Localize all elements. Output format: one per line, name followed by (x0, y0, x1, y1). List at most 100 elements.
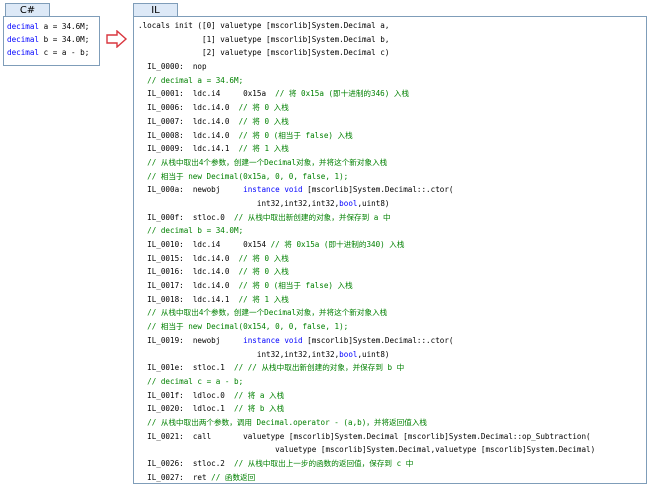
code-comment: // 将 0x15a (即十进制的340) 入栈 (270, 240, 405, 249)
code-line: // 从栈中取出4个参数，创建一个Decimal对象，并将这个新对象入栈 (138, 306, 595, 320)
code-text: IL_0006: ldc.i4.0 (138, 103, 239, 113)
code-text: int32,int32,int32, (138, 349, 340, 359)
arrow-right-icon (106, 30, 128, 48)
il-code-panel: .locals init ([0] valuetype [mscorlib]Sy… (133, 16, 647, 484)
code-keyword: bool (339, 349, 358, 359)
code-text: a = 34.6M; (39, 22, 90, 31)
code-line: // decimal c = a - b; (138, 375, 595, 389)
code-line: IL_0027: ret // 函数返回 (138, 471, 595, 485)
code-line: .locals init ([0] valuetype [mscorlib]Sy… (138, 19, 595, 33)
code-line: IL_0006: ldc.i4.0 // 将 0 入栈 (138, 101, 595, 115)
code-line: IL_0020: ldloc.1 // 将 b 入栈 (138, 402, 595, 416)
code-text: IL_0000: nop (138, 62, 207, 72)
code-keyword: bool (339, 198, 358, 208)
code-line: IL_001f: ldloc.0 // 将 a 入栈 (138, 389, 595, 403)
code-line: // decimal a = 34.6M; (138, 74, 595, 88)
code-line: int32,int32,int32,bool,uint8) (138, 197, 595, 211)
code-text: IL_0009: ldc.i4.1 (138, 144, 239, 154)
code-line: IL_0007: ldc.i4.0 // 将 0 入栈 (138, 115, 595, 129)
code-comment: // 将 1 入栈 (238, 294, 289, 304)
code-comment: // 从栈中取出上一步的函数的返回值，保存到 c 中 (234, 459, 414, 468)
code-text: IL_0010: ldc.i4 0x154 (138, 240, 271, 249)
code-line: IL_000a: newobj instance void [mscorlib]… (138, 183, 595, 197)
code-line: // decimal b = 34.0M; (138, 224, 595, 238)
code-line: IL_0010: ldc.i4 0x154 // 将 0x15a (即十进制的3… (138, 238, 595, 252)
code-line: // 相当于 new Decimal(0x154, 0, 0, false, 1… (138, 320, 595, 334)
code-text: IL_001f: ldloc.0 (138, 390, 235, 400)
code-keyword: decimal (7, 22, 40, 31)
code-line: // 相当于 new Decimal(0x15a, 0, 0, false, 1… (138, 170, 595, 184)
code-text: IL_0026: stloc.2 (138, 459, 235, 468)
code-comment: // 将 1 入栈 (238, 144, 289, 154)
code-text: [mscorlib]System.Decimal::.ctor( (302, 335, 454, 345)
code-comment: // 将 0 入栈 (238, 267, 289, 277)
code-comment: // 从栈中取出4个参数，创建一个Decimal对象，并将这个新对象入栈 (138, 157, 388, 167)
code-comment: // 将 0 (相当于 false) 入栈 (238, 281, 353, 291)
code-comment: // decimal a = 34.6M; (138, 75, 244, 85)
code-comment: // 函数返回 (211, 472, 256, 482)
code-text: .locals init ([0] valuetype [mscorlib]Sy… (138, 21, 390, 30)
code-comment: // 将 a 入栈 (234, 390, 285, 400)
code-line: valuetype [mscorlib]System.Decimal,value… (138, 443, 595, 457)
code-line: IL_0009: ldc.i4.1 // 将 1 入栈 (138, 142, 595, 156)
code-text: IL_0001: ldc.i4 0x15a (138, 89, 276, 99)
code-line: // 从栈中取出4个参数，创建一个Decimal对象，并将这个新对象入栈 (138, 156, 595, 170)
code-text: IL_0018: ldc.i4.1 (138, 294, 239, 304)
code-text: IL_0015: ldc.i4.0 (138, 253, 239, 263)
code-text: ,uint8) (357, 198, 390, 208)
code-text: IL_0027: ret (138, 472, 212, 482)
il-code: .locals init ([0] valuetype [mscorlib]Sy… (138, 19, 595, 484)
code-line: IL_0000: nop (138, 60, 595, 74)
code-text: IL_0017: ldc.i4.0 (138, 281, 239, 291)
code-text: c = a - b; (39, 48, 90, 57)
code-text: IL_0019: newobj (138, 335, 244, 345)
code-comment: // decimal b = 34.0M; (138, 226, 244, 236)
code-text: IL_0020: ldloc.1 (138, 404, 235, 414)
code-text: IL_0021: call valuetype [mscorlib]System… (138, 431, 591, 441)
code-line: // 从栈中取出两个参数，调用 Decimal.operator - (a,b)… (138, 416, 595, 430)
code-line: IL_0018: ldc.i4.1 // 将 1 入栈 (138, 293, 595, 307)
code-line: IL_001e: stloc.1 // // 从栈中取出新创建的对象，并保存到 … (138, 361, 595, 375)
code-line: IL_0016: ldc.i4.0 // 将 0 入栈 (138, 265, 595, 279)
code-comment: // 相当于 new Decimal(0x154, 0, 0, false, 1… (138, 322, 349, 332)
code-comment: // 从栈中取出两个参数，调用 Decimal.operator - (a,b)… (138, 417, 428, 427)
code-text: b = 34.0M; (39, 35, 90, 44)
code-line: decimal c = a - b; (7, 46, 89, 59)
il-tab-label: IL (133, 3, 178, 17)
code-text: valuetype [mscorlib]System.Decimal,value… (138, 445, 596, 455)
code-comment: // 将 0 入栈 (238, 253, 289, 263)
code-line: IL_0019: newobj instance void [mscorlib]… (138, 334, 595, 348)
code-line: IL_0021: call valuetype [mscorlib]System… (138, 430, 595, 444)
code-text: IL_0016: ldc.i4.0 (138, 267, 239, 277)
csharp-code: decimal a = 34.6M; decimal b = 34.0M; deci… (7, 20, 89, 59)
code-text: [mscorlib]System.Decimal::.ctor( (302, 185, 454, 195)
code-line: [1] valuetype [mscorlib]System.Decimal b… (138, 33, 595, 47)
code-text: [1] valuetype [mscorlib]System.Decimal b… (138, 34, 390, 44)
code-keyword: decimal (7, 48, 40, 57)
code-comment: // 相当于 new Decimal(0x15a, 0, 0, false, 1… (138, 171, 349, 181)
code-line: IL_0001: ldc.i4 0x15a // 将 0x15a (即十进制的3… (138, 87, 595, 101)
code-line: decimal b = 34.0M; (7, 33, 89, 46)
code-line: IL_000f: stloc.0 // 从栈中取出新创建的对象，并保存到 a 中 (138, 211, 595, 225)
code-keyword: instance (243, 185, 280, 195)
code-keyword: instance (243, 335, 280, 345)
code-keyword: void (284, 185, 303, 195)
code-comment: // 将 0 (相当于 false) 入栈 (238, 130, 353, 140)
code-comment: // 从栈中取出4个参数，创建一个Decimal对象，并将这个新对象入栈 (138, 308, 388, 318)
code-comment: // 从栈中取出新创建的对象，并保存到 a 中 (234, 212, 391, 222)
code-keyword: void (284, 335, 303, 345)
code-text: int32,int32,int32, (138, 198, 340, 208)
code-line: decimal a = 34.6M; (7, 20, 89, 33)
code-line: IL_0015: ldc.i4.0 // 将 0 入栈 (138, 252, 595, 266)
code-comment: // 将 b 入栈 (234, 404, 285, 414)
code-line: IL_0026: stloc.2 // 从栈中取出上一步的函数的返回值，保存到 … (138, 457, 595, 471)
csharp-tab-label: C# (5, 3, 50, 17)
code-text: IL_0007: ldc.i4.0 (138, 116, 239, 126)
code-comment: // 将 0 入栈 (238, 103, 289, 113)
code-line: int32,int32,int32,bool,uint8) (138, 348, 595, 362)
code-text: IL_000f: stloc.0 (138, 212, 235, 222)
code-line: IL_0008: ldc.i4.0 // 将 0 (相当于 false) 入栈 (138, 129, 595, 143)
code-text: IL_0008: ldc.i4.0 (138, 130, 239, 140)
code-comment: // decimal c = a - b; (138, 376, 244, 386)
code-text: [2] valuetype [mscorlib]System.Decimal c… (138, 48, 390, 58)
